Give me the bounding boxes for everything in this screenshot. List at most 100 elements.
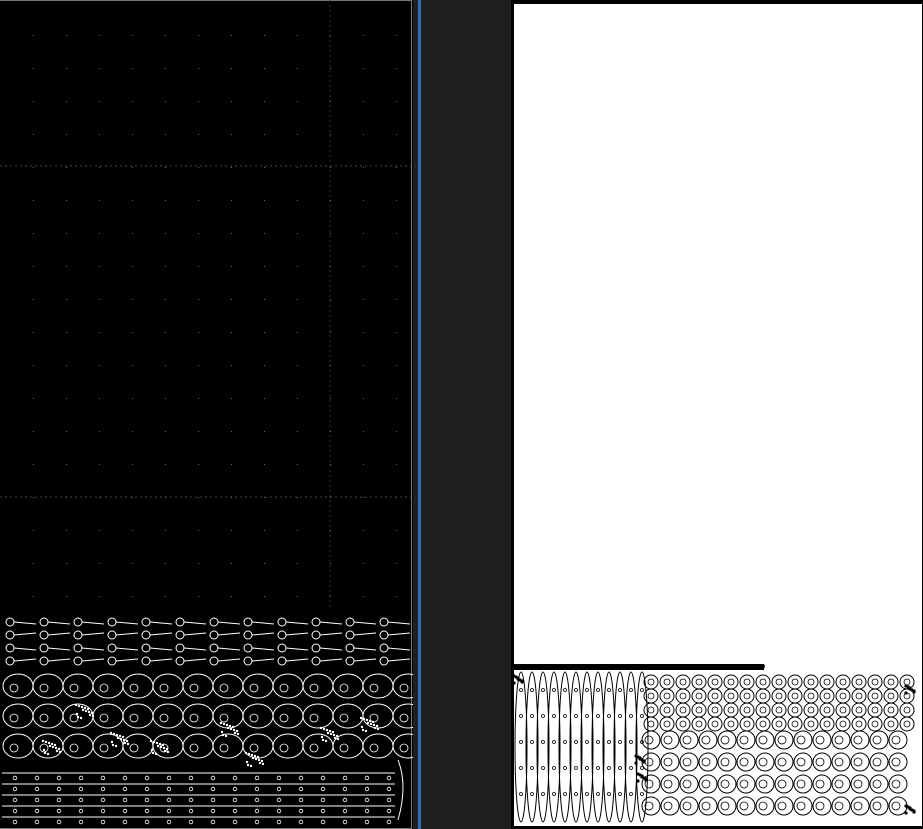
part-hole — [219, 713, 229, 723]
speckle — [81, 708, 85, 712]
grid-dot — [330, 332, 331, 333]
grid-dot — [363, 101, 364, 102]
part-hole — [629, 766, 633, 770]
grid-dot — [198, 134, 199, 135]
grid-dot — [264, 167, 265, 168]
grid-dot — [99, 68, 100, 69]
grid-dot — [363, 134, 364, 135]
grid-dot — [66, 68, 67, 69]
part-outline — [242, 733, 274, 759]
grid-dot — [66, 35, 67, 36]
part-hole — [663, 678, 671, 686]
grid-dot — [396, 497, 397, 498]
grid-dot — [330, 299, 331, 300]
part-hole — [758, 757, 768, 767]
grid-dot — [132, 563, 133, 564]
model-space-viewport[interactable] — [0, 0, 413, 829]
part-outline — [739, 716, 755, 732]
part-outline — [739, 688, 755, 704]
speckle — [335, 734, 339, 738]
strip-hole — [12, 775, 18, 781]
grid-dot — [363, 563, 364, 564]
part-outline — [580, 671, 594, 823]
part-hole — [629, 714, 633, 718]
speckle — [321, 738, 325, 742]
part-hole — [887, 678, 895, 686]
speckle — [110, 740, 114, 744]
part-outline — [675, 716, 691, 732]
part-outline — [5, 617, 15, 627]
strip-hole — [298, 808, 304, 814]
grid-dot — [231, 101, 232, 102]
part-outline — [243, 656, 253, 666]
grid-dot — [363, 497, 364, 498]
part-outline — [107, 656, 117, 666]
speckle — [156, 744, 160, 748]
speckle — [256, 755, 260, 759]
speckle — [221, 733, 225, 737]
split-divider[interactable] — [418, 0, 421, 829]
part-outline — [2, 703, 34, 729]
part-hole — [399, 713, 409, 723]
left-drawing-canvas[interactable] — [0, 0, 413, 829]
part-outline — [149, 658, 173, 662]
strip-hole — [34, 819, 40, 825]
speckle — [109, 731, 113, 735]
speckle — [228, 724, 232, 728]
speckle — [376, 727, 380, 731]
part-outline — [787, 702, 803, 718]
part-outline — [883, 688, 899, 704]
right-drawing-canvas[interactable]: 97531975319753197531975 — [511, 0, 923, 829]
part-hole — [541, 714, 545, 718]
grid-dot — [66, 464, 67, 465]
grid-dot — [231, 68, 232, 69]
part-hole — [891, 757, 901, 767]
part-outline — [755, 716, 771, 732]
strip-hole — [254, 786, 260, 792]
grid-dot — [363, 596, 364, 597]
part-outline — [92, 673, 124, 699]
part-hole — [891, 801, 901, 811]
part-outline — [771, 702, 787, 718]
grid-dot — [165, 134, 166, 135]
part-hole — [853, 779, 863, 789]
part-outline — [675, 674, 691, 690]
part-outline — [243, 643, 253, 653]
grid-dot — [264, 332, 265, 333]
grid-dot — [330, 134, 331, 135]
speckle — [80, 705, 84, 709]
part-outline — [152, 703, 184, 729]
part-hole — [279, 713, 289, 723]
grid-dot — [198, 563, 199, 564]
strip-hole — [12, 808, 18, 814]
speckle — [77, 704, 81, 708]
grid-dot — [231, 398, 232, 399]
part-outline — [755, 688, 771, 704]
part-outline — [851, 674, 867, 690]
speckle — [125, 739, 129, 743]
strip-hole — [166, 808, 172, 814]
strip-hole — [254, 797, 260, 803]
speckle — [229, 727, 233, 731]
grid-dot — [165, 464, 166, 465]
grid-dot — [264, 134, 265, 135]
speckle — [87, 710, 91, 714]
speckle — [163, 749, 167, 753]
strip-hole — [342, 819, 348, 825]
part-hole — [309, 683, 319, 693]
speckle — [151, 751, 155, 755]
part-hole — [855, 678, 863, 686]
strip-hole — [342, 808, 348, 814]
part-hole — [647, 692, 655, 700]
part-outline — [525, 671, 539, 823]
part-hole — [872, 735, 882, 745]
speckle — [908, 806, 912, 810]
grid-dot — [363, 365, 364, 366]
speckle — [904, 811, 908, 815]
strip-hole — [166, 775, 172, 781]
paper-space-viewport[interactable]: 97531975319753197531975 — [511, 0, 923, 829]
part-outline — [81, 647, 105, 651]
grid-dot — [330, 596, 331, 597]
speckle — [116, 736, 120, 740]
strip-hole — [320, 819, 326, 825]
